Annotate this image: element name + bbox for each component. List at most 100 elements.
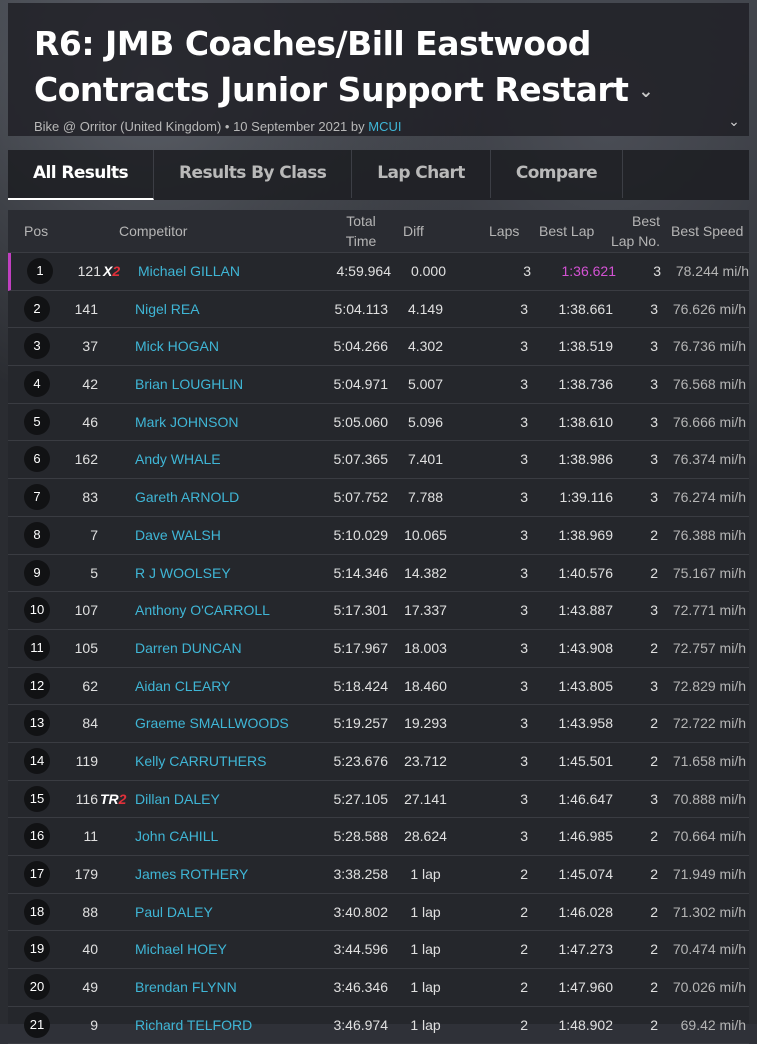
chevron-down-icon[interactable]: ⌄ — [638, 81, 653, 102]
best-speed: 76.736 mi/h — [672, 338, 746, 355]
best-lap: 1:45.074 — [558, 866, 614, 882]
competitor-name-link[interactable]: James ROTHERY — [135, 856, 248, 892]
best-speed: 76.568 mi/h — [672, 376, 746, 393]
competitor-name-link[interactable]: Anthony O'CARROLL — [135, 592, 270, 628]
header-competitor[interactable]: Competitor — [119, 221, 187, 241]
competitor-name-link[interactable]: Michael HOEY — [135, 931, 227, 967]
position-badge: 6 — [24, 446, 50, 473]
position-badge: 7 — [24, 484, 50, 511]
table-row[interactable]: 9 5 R J WOOLSEY 5:14.346 14.382 3 1:40.576 2 75.… — [8, 555, 749, 593]
competitor-name-link[interactable]: Graeme SMALLWOODS — [135, 705, 289, 741]
header-best-lap-no[interactable]: Best Lap No. — [600, 211, 660, 251]
table-row[interactable]: 14 119 Kelly CARRUTHERS 5:23.676 23.712 3 1:45… — [8, 743, 749, 781]
tab-all-results[interactable]: All Results — [8, 150, 155, 200]
competitor-name-link[interactable]: Darren DUNCAN — [135, 630, 242, 666]
table-row[interactable]: 8 7 Dave WALSH 5:10.029 10.065 3 1:38.969 2 76.3… — [8, 517, 749, 555]
table-row[interactable]: 16 11 John CAHILL 5:28.588 28.624 3 1:46.985 2 7… — [8, 818, 749, 856]
table-row[interactable]: 5 46 Mark JOHNSON 5:05.060 5.096 3 1:38.610 3 76… — [8, 404, 749, 442]
table-row[interactable]: 7 83 Gareth ARNOLD 5:07.752 7.788 3 1:39.116 3 7… — [8, 479, 749, 517]
table-row[interactable]: 19 40 Michael HOEY 3:44.596 1 lap 2 1:47.273 2 7… — [8, 931, 749, 970]
position-badge: 20 — [24, 974, 50, 1001]
total-time: 3:40.802 — [333, 903, 389, 920]
table-row[interactable]: 6 162 Andy WHALE 5:07.365 7.401 3 1:38.986 3 76.… — [8, 441, 749, 480]
rider-number: 179 — [74, 866, 98, 882]
page-title: R6: JMB Coaches/Bill Eastwood Contracts … — [34, 21, 724, 115]
best-lap-no: 2 — [650, 526, 658, 543]
competitor-name-link[interactable]: Mark JOHNSON — [135, 404, 238, 440]
position-badge: 2 — [24, 295, 50, 322]
table-row[interactable]: 11 105 Darren DUNCAN 5:17.967 18.003 3 1:43.90… — [8, 630, 749, 668]
total-time: 5:28.588 — [333, 828, 389, 845]
diff: 1 lap — [410, 1016, 441, 1033]
table-row[interactable]: 4 42 Brian LOUGHLIN 5:04.971 5.007 3 1:38.736 3… — [8, 366, 749, 404]
best-lap: 1:38.969 — [558, 526, 614, 543]
competitor-name-link[interactable]: John CAHILL — [135, 818, 218, 854]
tab-compare[interactable]: Compare — [491, 150, 624, 198]
header-best-lap[interactable]: Best Lap — [539, 221, 594, 241]
best-lap-no: 3 — [653, 263, 661, 279]
table-row[interactable]: 18 88 Paul DALEY 3:40.802 1 lap 2 1:46.028 2 71.… — [8, 894, 749, 932]
class-badge-suffix: 2 — [118, 790, 127, 807]
diff: 28.624 — [404, 828, 447, 845]
laps: 3 — [520, 715, 528, 732]
position-badge: 16 — [24, 823, 50, 850]
laps: 3 — [520, 413, 528, 430]
diff: 1 lap — [410, 979, 441, 996]
tab-lap-chart[interactable]: Lap Chart — [352, 150, 491, 198]
total-time: 5:18.424 — [333, 677, 389, 694]
header-best-speed[interactable]: Best Speed — [671, 221, 743, 241]
competitor-name-link[interactable]: Dillan DALEY — [135, 781, 220, 817]
total-time: 5:17.967 — [333, 639, 389, 656]
collapse-chevron-icon[interactable]: ⌄ — [725, 113, 743, 131]
class-badge: TR2 — [100, 781, 130, 817]
header-total-time-line1: Total — [346, 213, 376, 229]
table-row[interactable]: 21 9 Richard TELFORD 3:46.974 1 lap 2 1:48.902… — [8, 1007, 749, 1044]
competitor-name-link[interactable]: Mick HOGAN — [135, 328, 219, 364]
best-speed: 69.42 mi/h — [680, 1016, 746, 1033]
table-row[interactable]: 13 84 Graeme SMALLWOODS 5:19.257 19.293 3 1:43… — [8, 705, 749, 743]
total-time: 5:19.257 — [333, 715, 389, 732]
header-total-time[interactable]: Total Time — [343, 211, 379, 251]
header-laps[interactable]: Laps — [489, 221, 519, 241]
competitor-name-link[interactable]: Aidan CLEARY — [135, 668, 230, 704]
competitor-name-link[interactable]: Brian LOUGHLIN — [135, 366, 243, 402]
table-row[interactable]: 20 49 Brendan FLYNN 3:46.346 1 lap 2 1:47.960 2… — [8, 969, 749, 1007]
best-speed: 76.626 mi/h — [672, 300, 746, 317]
best-lap-no: 3 — [650, 413, 658, 430]
table-row[interactable]: 17 179 James ROTHERY 3:38.258 1 lap 2 1:45.074… — [8, 856, 749, 894]
competitor-name-link[interactable]: Brendan FLYNN — [135, 969, 237, 1005]
rider-number: 11 — [83, 828, 98, 845]
header-total-time-line2: Time — [345, 233, 377, 249]
competitor-name-link[interactable]: R J WOOLSEY — [135, 555, 231, 591]
table-row[interactable]: 1 121 X2 Michael GILLAN 4:59.964 0.000 3 1:36.6… — [8, 253, 749, 291]
competitor-name-link[interactable]: Michael GILLAN — [138, 253, 240, 289]
diff: 5.007 — [407, 376, 444, 393]
table-row[interactable]: 15 116 TR2 Dillan DALEY 5:27.105 27.141 3 1:46.… — [8, 781, 749, 819]
table-row[interactable]: 2 141 Nigel REA 5:04.113 4.149 3 1:38.661 3 76.6… — [8, 291, 749, 329]
diff: 14.382 — [404, 564, 447, 581]
header-diff[interactable]: Diff — [403, 221, 424, 241]
competitor-name-link[interactable]: Richard TELFORD — [135, 1007, 252, 1043]
header-pos[interactable]: Pos — [24, 221, 48, 241]
rider-number: 84 — [82, 715, 98, 732]
table-row[interactable]: 12 62 Aidan CLEARY 5:18.424 18.460 3 1:43.805 3… — [8, 668, 749, 706]
table-row[interactable]: 3 37 Mick HOGAN 5:04.266 4.302 3 1:38.519 3 76.7… — [8, 328, 749, 367]
best-speed: 72.722 mi/h — [672, 715, 746, 732]
competitor-name-link[interactable]: Gareth ARNOLD — [135, 479, 239, 515]
competitor-name-link[interactable]: Nigel REA — [135, 291, 200, 327]
position-badge: 1 — [27, 258, 53, 284]
laps: 3 — [520, 489, 528, 506]
author-link[interactable]: MCUI — [368, 119, 401, 134]
competitor-name-link[interactable]: Paul DALEY — [135, 894, 213, 930]
competitor-name-link[interactable]: Dave WALSH — [135, 517, 221, 553]
diff: 10.065 — [404, 526, 447, 543]
table-header: Pos Competitor Total Time Diff Laps Best… — [8, 210, 749, 253]
competitor-name-link[interactable]: Andy WHALE — [135, 441, 221, 477]
tab-results-by-class[interactable]: Results By Class — [154, 150, 353, 198]
laps: 2 — [520, 941, 528, 958]
best-speed: 70.026 mi/h — [672, 979, 746, 996]
total-time: 3:46.974 — [333, 1016, 389, 1033]
best-speed: 71.658 mi/h — [672, 752, 746, 769]
competitor-name-link[interactable]: Kelly CARRUTHERS — [135, 743, 266, 779]
table-row[interactable]: 10 107 Anthony O'CARROLL 5:17.301 17.337 3 1:4… — [8, 592, 749, 630]
